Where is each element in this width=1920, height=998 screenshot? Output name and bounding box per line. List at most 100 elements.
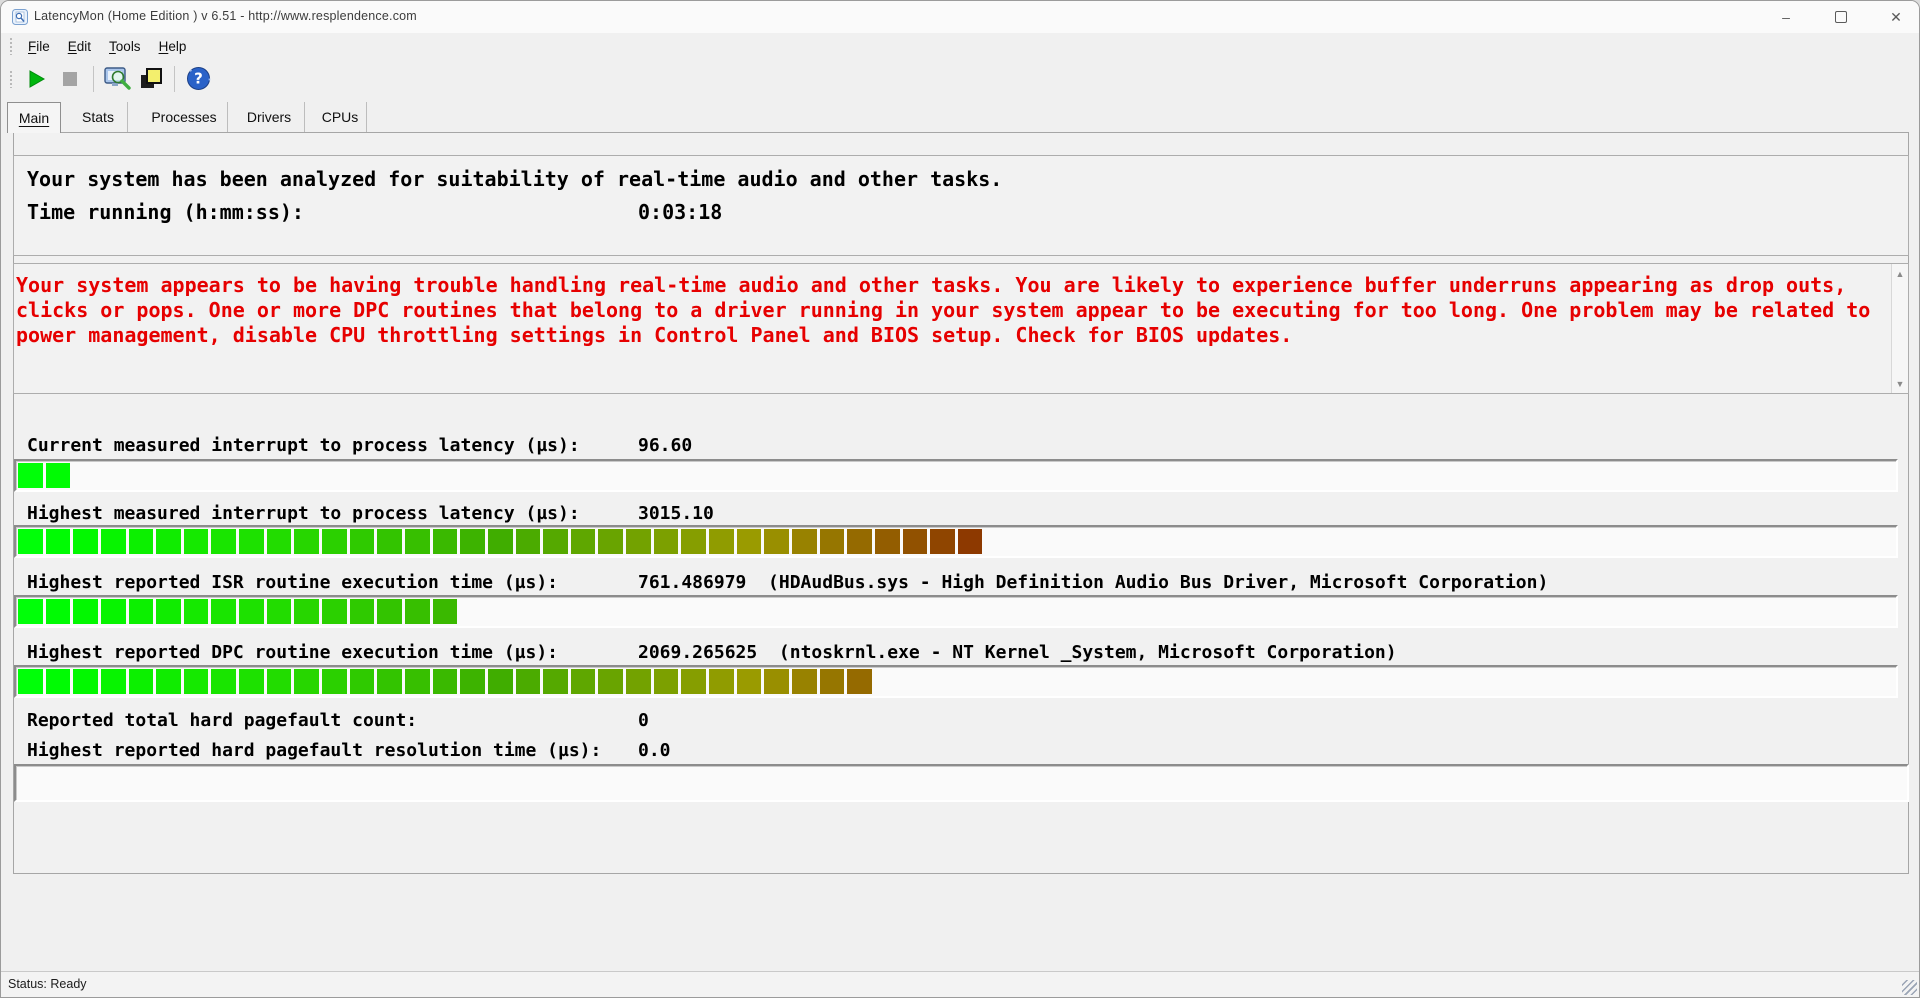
analysis-summary-box: Your system has been analyzed for suitab… bbox=[13, 155, 1909, 256]
meter-segment bbox=[211, 529, 237, 554]
metric-value: 761.486979 bbox=[638, 572, 747, 593]
latency-meter bbox=[14, 525, 1898, 558]
metric-row: Highest measured interrupt to process la… bbox=[14, 503, 1908, 524]
stop-button[interactable] bbox=[53, 64, 87, 94]
meter-segment bbox=[543, 529, 568, 554]
metric-detail: (HDAudBus.sys - High Definition Audio Bu… bbox=[746, 572, 1549, 593]
meter-segment bbox=[930, 529, 955, 554]
scroll-up-icon[interactable]: ▲ bbox=[1892, 265, 1908, 282]
meter-segment bbox=[100, 599, 126, 624]
help-button[interactable]: ? bbox=[181, 64, 215, 94]
minimize-button[interactable]: – bbox=[1763, 1, 1809, 33]
meter-segment bbox=[404, 529, 430, 554]
tab-processes[interactable]: Processes bbox=[141, 102, 228, 132]
metric-value: 0 bbox=[638, 710, 649, 731]
tab-cpus[interactable]: CPUs bbox=[314, 102, 367, 132]
menu-tools[interactable]: Tools bbox=[100, 37, 150, 56]
meter-segment bbox=[18, 599, 43, 624]
help-question-icon: ? bbox=[186, 66, 210, 91]
meter-segment bbox=[598, 669, 624, 694]
meter-segment bbox=[183, 669, 209, 694]
tab-stats[interactable]: Stats bbox=[69, 102, 128, 132]
metric-row: Highest reported hard pagefault resoluti… bbox=[14, 740, 1908, 761]
toolbar-grip bbox=[9, 69, 13, 88]
meter-segment bbox=[432, 599, 458, 624]
meter-segment bbox=[266, 669, 292, 694]
metric-value: 0.0 bbox=[638, 740, 671, 761]
meter-segment bbox=[681, 529, 707, 554]
meter-segment bbox=[543, 669, 568, 694]
metric-label: Highest measured interrupt to process la… bbox=[27, 503, 580, 524]
monitor-magnifier-icon bbox=[104, 66, 131, 90]
analyze-button[interactable] bbox=[100, 64, 134, 94]
meter-segment bbox=[266, 599, 292, 624]
meter-segment bbox=[432, 529, 458, 554]
stacked-windows-icon bbox=[141, 67, 162, 88]
menubar-grip bbox=[9, 37, 13, 55]
close-button[interactable]: ✕ bbox=[1873, 1, 1919, 33]
meter-segment bbox=[18, 529, 43, 554]
start-button[interactable] bbox=[19, 64, 53, 94]
meter-segment bbox=[819, 669, 845, 694]
meter-segment bbox=[18, 669, 43, 694]
meter-segment bbox=[432, 669, 458, 694]
metric-label: Highest reported hard pagefault resoluti… bbox=[27, 740, 602, 761]
meter-segment bbox=[349, 529, 375, 554]
meter-segment bbox=[791, 529, 817, 554]
meter-segment bbox=[626, 529, 651, 554]
meter-segment bbox=[377, 669, 402, 694]
tab-strip: Main Stats Processes Drivers CPUs bbox=[1, 98, 1919, 133]
tab-label: Processes bbox=[151, 109, 217, 125]
meter-segment bbox=[294, 529, 320, 554]
tab-label: Stats bbox=[82, 109, 114, 125]
tab-label: CPUs bbox=[321, 109, 359, 125]
meter-segment bbox=[736, 529, 762, 554]
meter-segment bbox=[322, 669, 347, 694]
meter-segment bbox=[183, 529, 209, 554]
time-running-value: 0:03:18 bbox=[638, 200, 723, 224]
meter-segment bbox=[211, 599, 237, 624]
meter-segment bbox=[570, 669, 596, 694]
analysis-headline: Your system has been analyzed for suitab… bbox=[27, 167, 1003, 191]
meter-segment bbox=[128, 529, 154, 554]
meter-segment bbox=[45, 599, 71, 624]
menu-file[interactable]: File bbox=[19, 37, 59, 56]
meter-segment bbox=[294, 669, 320, 694]
warning-scrollbar[interactable]: ▲ ▼ bbox=[1891, 264, 1908, 393]
scroll-down-icon[interactable]: ▼ bbox=[1892, 375, 1908, 392]
maximize-button[interactable] bbox=[1818, 1, 1864, 33]
close-icon: ✕ bbox=[1890, 8, 1902, 25]
meter-segment bbox=[460, 669, 485, 694]
meter-segment bbox=[18, 463, 43, 488]
meter-segment bbox=[653, 669, 679, 694]
menu-help[interactable]: Help bbox=[150, 37, 196, 56]
metric-value: 3015.10 bbox=[638, 503, 714, 524]
tab-label: Main bbox=[18, 110, 50, 126]
meter-segment bbox=[626, 669, 651, 694]
tab-main[interactable]: Main bbox=[7, 102, 61, 133]
windows-button[interactable] bbox=[134, 64, 168, 94]
tab-drivers[interactable]: Drivers bbox=[234, 102, 305, 132]
meter-segment bbox=[239, 529, 264, 554]
statusbar: Status: Ready bbox=[1, 971, 1919, 997]
meter-segment bbox=[709, 529, 734, 554]
warning-line: Your system appears to be having trouble… bbox=[16, 273, 1847, 297]
meter-segment bbox=[73, 599, 98, 624]
titlebar: LatencyMon (Home Edition ) v 6.51 - http… bbox=[1, 1, 1919, 34]
meter-segment bbox=[128, 669, 154, 694]
meter-segment bbox=[764, 529, 789, 554]
minimize-icon: – bbox=[1782, 9, 1790, 25]
menu-edit[interactable]: Edit bbox=[59, 37, 100, 56]
resize-grip-icon[interactable] bbox=[1902, 980, 1917, 995]
meter-segment bbox=[183, 599, 209, 624]
meter-segment bbox=[45, 463, 71, 488]
meter-segment bbox=[239, 669, 264, 694]
meter-segment bbox=[322, 599, 347, 624]
meter-segment bbox=[709, 669, 734, 694]
meter-segment bbox=[156, 599, 181, 624]
meter-segment bbox=[598, 529, 624, 554]
meter-segment bbox=[349, 599, 375, 624]
metric-detail: (ntoskrnl.exe - NT Kernel _System, Micro… bbox=[757, 642, 1397, 663]
meter-segment bbox=[515, 669, 541, 694]
meter-segment bbox=[100, 669, 126, 694]
